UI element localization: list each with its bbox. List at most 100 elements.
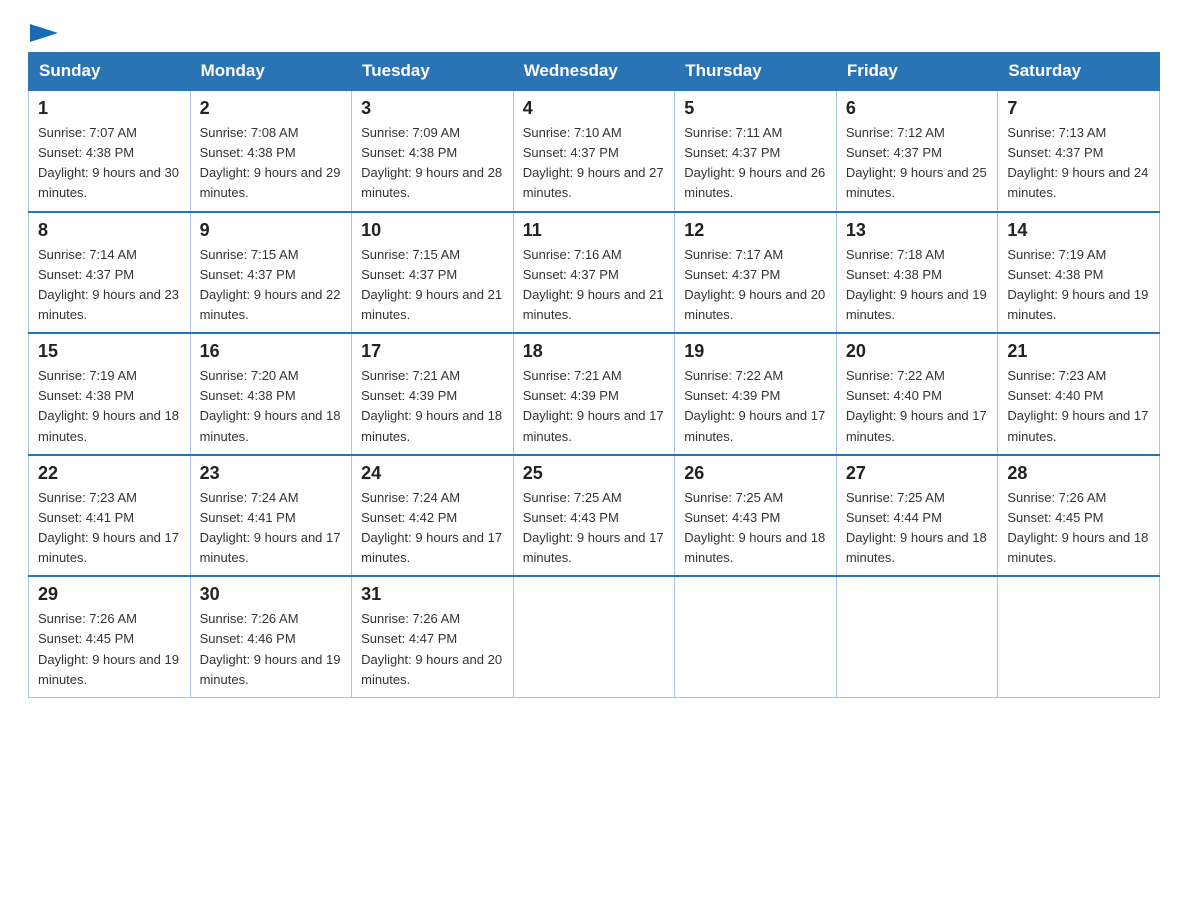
logo-flag-icon — [30, 24, 58, 42]
day-number: 27 — [846, 463, 989, 484]
calendar-cell: 15Sunrise: 7:19 AMSunset: 4:38 PMDayligh… — [29, 333, 191, 455]
calendar-cell: 6 Sunrise: 7:12 AMSunset: 4:37 PMDaylight… — [836, 90, 998, 212]
calendar-cell: 2 Sunrise: 7:08 AMSunset: 4:38 PMDaylight… — [190, 90, 352, 212]
weekday-header-tuesday: Tuesday — [352, 53, 514, 91]
day-number: 20 — [846, 341, 989, 362]
day-number: 11 — [523, 220, 666, 241]
weekday-header-thursday: Thursday — [675, 53, 837, 91]
calendar-cell: 1 Sunrise: 7:07 AMSunset: 4:38 PMDaylight… — [29, 90, 191, 212]
day-sun-info: Sunrise: 7:26 AMSunset: 4:47 PMDaylight:… — [361, 609, 504, 690]
day-sun-info: Sunrise: 7:19 AMSunset: 4:38 PMDaylight:… — [1007, 245, 1150, 326]
calendar-week-row: 29 Sunrise: 7:26 AMSunset: 4:45 PMDayligh… — [29, 576, 1160, 697]
calendar-cell: 27Sunrise: 7:25 AMSunset: 4:44 PMDayligh… — [836, 455, 998, 577]
day-sun-info: Sunrise: 7:09 AMSunset: 4:38 PMDaylight:… — [361, 123, 504, 204]
calendar-cell: 5 Sunrise: 7:11 AMSunset: 4:37 PMDaylight… — [675, 90, 837, 212]
calendar-cell: 4 Sunrise: 7:10 AMSunset: 4:37 PMDaylight… — [513, 90, 675, 212]
calendar-cell: 12 Sunrise: 7:17 AMSunset: 4:37 PMDayligh… — [675, 212, 837, 334]
day-sun-info: Sunrise: 7:22 AMSunset: 4:40 PMDaylight:… — [846, 366, 989, 447]
day-number: 18 — [523, 341, 666, 362]
day-sun-info: Sunrise: 7:08 AMSunset: 4:38 PMDaylight:… — [200, 123, 343, 204]
day-number: 14 — [1007, 220, 1150, 241]
calendar-cell: 28Sunrise: 7:26 AMSunset: 4:45 PMDayligh… — [998, 455, 1160, 577]
day-sun-info: Sunrise: 7:22 AMSunset: 4:39 PMDaylight:… — [684, 366, 827, 447]
day-number: 5 — [684, 98, 827, 119]
day-sun-info: Sunrise: 7:17 AMSunset: 4:37 PMDaylight:… — [684, 245, 827, 326]
day-sun-info: Sunrise: 7:21 AMSunset: 4:39 PMDaylight:… — [361, 366, 504, 447]
day-number: 26 — [684, 463, 827, 484]
calendar-cell: 7 Sunrise: 7:13 AMSunset: 4:37 PMDaylight… — [998, 90, 1160, 212]
day-sun-info: Sunrise: 7:23 AMSunset: 4:40 PMDaylight:… — [1007, 366, 1150, 447]
calendar-cell: 25Sunrise: 7:25 AMSunset: 4:43 PMDayligh… — [513, 455, 675, 577]
calendar-cell: 8 Sunrise: 7:14 AMSunset: 4:37 PMDaylight… — [29, 212, 191, 334]
calendar-cell: 19 Sunrise: 7:22 AMSunset: 4:39 PMDayligh… — [675, 333, 837, 455]
day-number: 24 — [361, 463, 504, 484]
day-number: 3 — [361, 98, 504, 119]
calendar-cell: 20 Sunrise: 7:22 AMSunset: 4:40 PMDayligh… — [836, 333, 998, 455]
day-number: 17 — [361, 341, 504, 362]
day-sun-info: Sunrise: 7:07 AMSunset: 4:38 PMDaylight:… — [38, 123, 181, 204]
day-sun-info: Sunrise: 7:14 AMSunset: 4:37 PMDaylight:… — [38, 245, 181, 326]
calendar-cell: 18 Sunrise: 7:21 AMSunset: 4:39 PMDayligh… — [513, 333, 675, 455]
calendar-cell: 14 Sunrise: 7:19 AMSunset: 4:38 PMDayligh… — [998, 212, 1160, 334]
calendar-cell — [675, 576, 837, 697]
day-number: 8 — [38, 220, 181, 241]
weekday-header-friday: Friday — [836, 53, 998, 91]
day-number: 29 — [38, 584, 181, 605]
day-sun-info: Sunrise: 7:11 AMSunset: 4:37 PMDaylight:… — [684, 123, 827, 204]
calendar-cell: 22 Sunrise: 7:23 AMSunset: 4:41 PMDayligh… — [29, 455, 191, 577]
logo — [28, 24, 58, 42]
weekday-header-saturday: Saturday — [998, 53, 1160, 91]
calendar-cell: 21Sunrise: 7:23 AMSunset: 4:40 PMDayligh… — [998, 333, 1160, 455]
calendar-week-row: 22 Sunrise: 7:23 AMSunset: 4:41 PMDayligh… — [29, 455, 1160, 577]
page-header — [28, 24, 1160, 42]
day-number: 25 — [523, 463, 666, 484]
day-number: 30 — [200, 584, 343, 605]
calendar-table: SundayMondayTuesdayWednesdayThursdayFrid… — [28, 52, 1160, 698]
day-sun-info: Sunrise: 7:13 AMSunset: 4:37 PMDaylight:… — [1007, 123, 1150, 204]
calendar-cell: 30 Sunrise: 7:26 AMSunset: 4:46 PMDayligh… — [190, 576, 352, 697]
calendar-cell: 3 Sunrise: 7:09 AMSunset: 4:38 PMDaylight… — [352, 90, 514, 212]
calendar-cell: 13 Sunrise: 7:18 AMSunset: 4:38 PMDayligh… — [836, 212, 998, 334]
calendar-cell: 16Sunrise: 7:20 AMSunset: 4:38 PMDayligh… — [190, 333, 352, 455]
calendar-cell: 23Sunrise: 7:24 AMSunset: 4:41 PMDayligh… — [190, 455, 352, 577]
calendar-cell: 31 Sunrise: 7:26 AMSunset: 4:47 PMDayligh… — [352, 576, 514, 697]
calendar-cell: 17 Sunrise: 7:21 AMSunset: 4:39 PMDayligh… — [352, 333, 514, 455]
day-sun-info: Sunrise: 7:18 AMSunset: 4:38 PMDaylight:… — [846, 245, 989, 326]
day-number: 19 — [684, 341, 827, 362]
calendar-cell: 29 Sunrise: 7:26 AMSunset: 4:45 PMDayligh… — [29, 576, 191, 697]
calendar-cell: 9Sunrise: 7:15 AMSunset: 4:37 PMDaylight… — [190, 212, 352, 334]
day-sun-info: Sunrise: 7:25 AMSunset: 4:43 PMDaylight:… — [684, 488, 827, 569]
calendar-cell — [836, 576, 998, 697]
calendar-week-row: 8 Sunrise: 7:14 AMSunset: 4:37 PMDaylight… — [29, 212, 1160, 334]
weekday-header-row: SundayMondayTuesdayWednesdayThursdayFrid… — [29, 53, 1160, 91]
day-sun-info: Sunrise: 7:12 AMSunset: 4:37 PMDaylight:… — [846, 123, 989, 204]
day-number: 12 — [684, 220, 827, 241]
day-sun-info: Sunrise: 7:26 AMSunset: 4:46 PMDaylight:… — [200, 609, 343, 690]
day-sun-info: Sunrise: 7:23 AMSunset: 4:41 PMDaylight:… — [38, 488, 181, 569]
day-sun-info: Sunrise: 7:20 AMSunset: 4:38 PMDaylight:… — [200, 366, 343, 447]
calendar-cell — [998, 576, 1160, 697]
day-number: 10 — [361, 220, 504, 241]
calendar-cell: 24 Sunrise: 7:24 AMSunset: 4:42 PMDayligh… — [352, 455, 514, 577]
day-number: 2 — [200, 98, 343, 119]
day-number: 7 — [1007, 98, 1150, 119]
weekday-header-sunday: Sunday — [29, 53, 191, 91]
calendar-cell: 11Sunrise: 7:16 AMSunset: 4:37 PMDayligh… — [513, 212, 675, 334]
calendar-cell — [513, 576, 675, 697]
day-sun-info: Sunrise: 7:26 AMSunset: 4:45 PMDaylight:… — [1007, 488, 1150, 569]
calendar-cell: 10Sunrise: 7:15 AMSunset: 4:37 PMDayligh… — [352, 212, 514, 334]
day-number: 13 — [846, 220, 989, 241]
day-sun-info: Sunrise: 7:26 AMSunset: 4:45 PMDaylight:… — [38, 609, 181, 690]
day-sun-info: Sunrise: 7:10 AMSunset: 4:37 PMDaylight:… — [523, 123, 666, 204]
weekday-header-wednesday: Wednesday — [513, 53, 675, 91]
day-number: 22 — [38, 463, 181, 484]
day-sun-info: Sunrise: 7:19 AMSunset: 4:38 PMDaylight:… — [38, 366, 181, 447]
day-sun-info: Sunrise: 7:24 AMSunset: 4:42 PMDaylight:… — [361, 488, 504, 569]
day-number: 9 — [200, 220, 343, 241]
day-number: 1 — [38, 98, 181, 119]
day-number: 31 — [361, 584, 504, 605]
day-number: 6 — [846, 98, 989, 119]
day-sun-info: Sunrise: 7:21 AMSunset: 4:39 PMDaylight:… — [523, 366, 666, 447]
day-number: 4 — [523, 98, 666, 119]
calendar-cell: 26 Sunrise: 7:25 AMSunset: 4:43 PMDayligh… — [675, 455, 837, 577]
